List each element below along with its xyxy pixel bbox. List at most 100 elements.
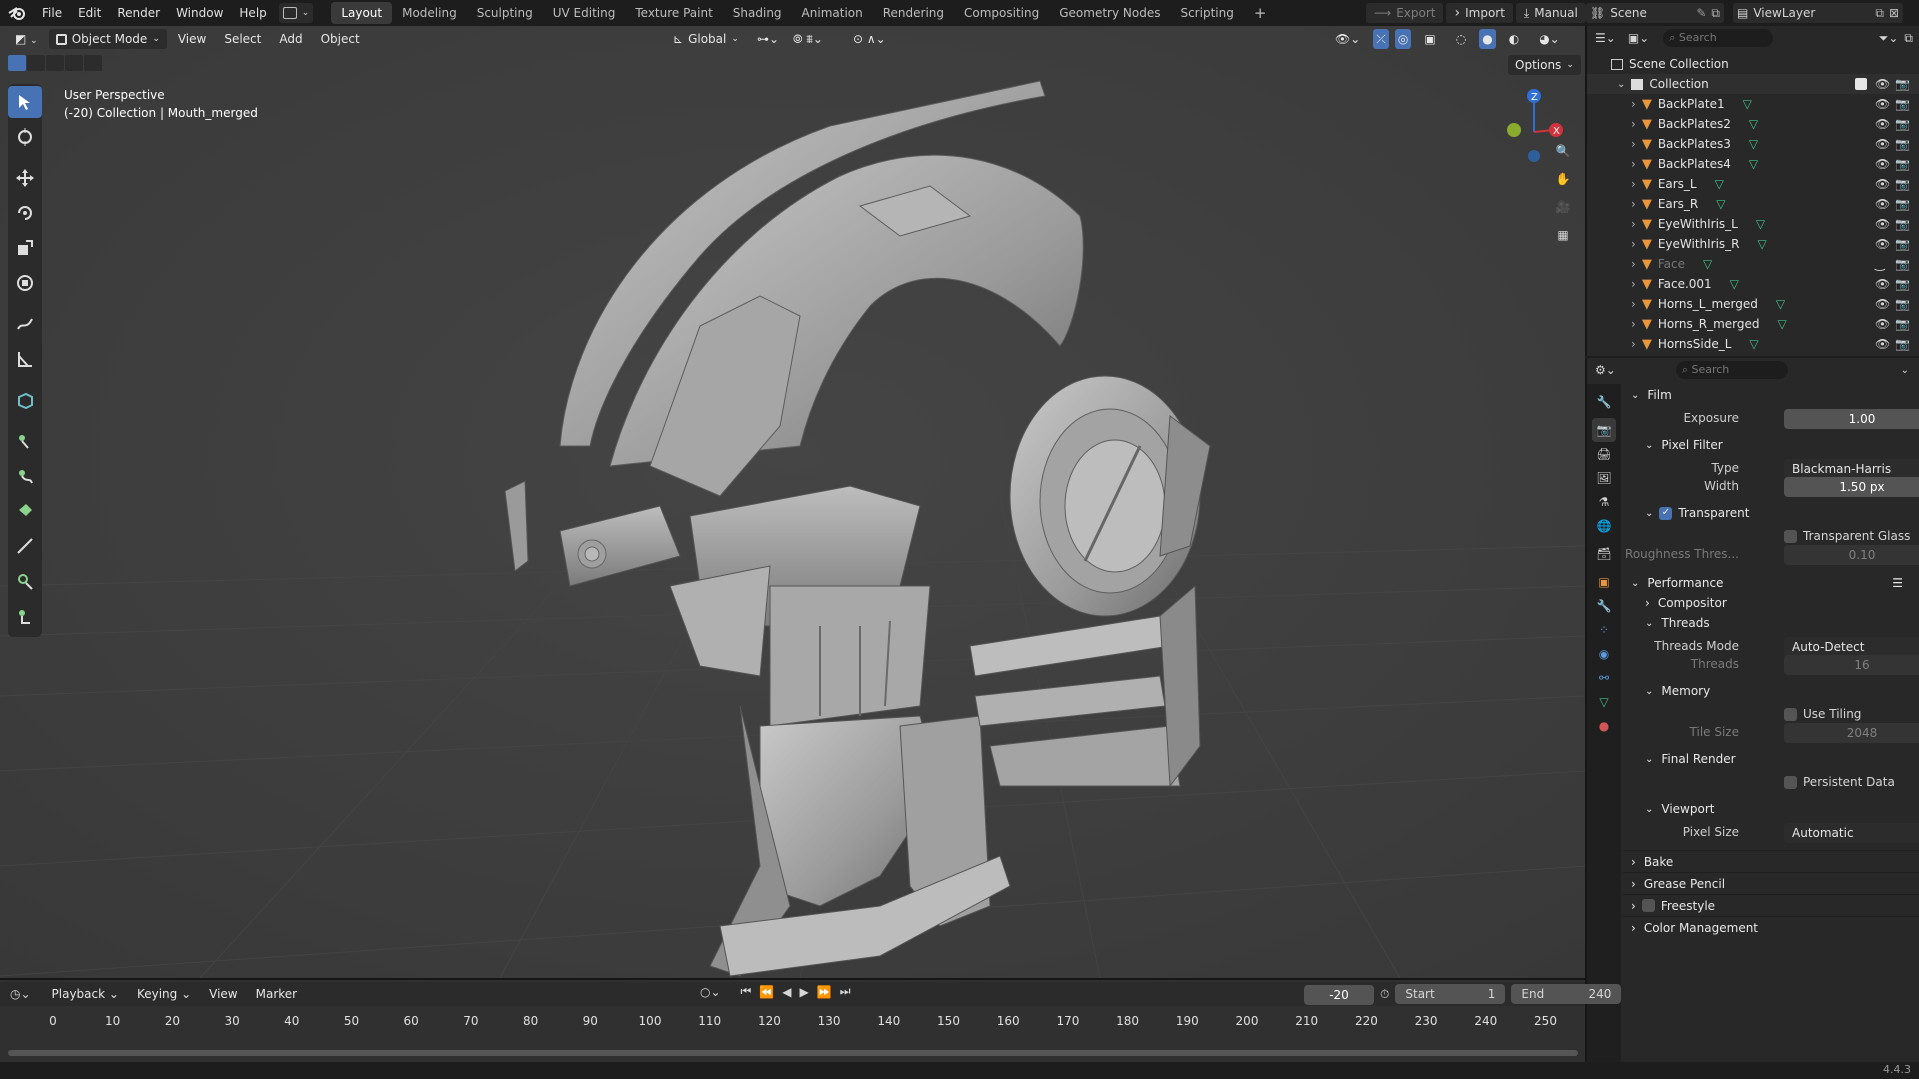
export-button[interactable]: ⟶ Export bbox=[1366, 3, 1444, 23]
import-button[interactable]: › Import bbox=[1446, 3, 1513, 23]
camera-icon[interactable]: 📷 bbox=[1895, 237, 1910, 251]
outliner-item[interactable]: › ▼ Horns_R_merged ▽ 👁 📷 bbox=[1587, 314, 1919, 334]
collection-checkbox[interactable] bbox=[1855, 78, 1867, 90]
solid-shading-icon[interactable]: ● bbox=[1479, 29, 1496, 49]
extrude-tool-icon[interactable] bbox=[8, 600, 42, 632]
performance-section[interactable]: ⌄ Performance ☰ bbox=[1623, 572, 1919, 594]
constraints-tab-icon[interactable]: ⚯ bbox=[1592, 666, 1616, 690]
xray-toggle-icon[interactable]: ▣ bbox=[1417, 29, 1442, 49]
persistent-data-checkbox[interactable] bbox=[1784, 776, 1797, 789]
eye-icon[interactable]: 👁 bbox=[1875, 277, 1890, 291]
outliner-editor-icon[interactable]: ☰⌄ bbox=[1595, 31, 1616, 45]
timeline-scrollbar[interactable] bbox=[8, 1050, 1578, 1056]
scene-collection-row[interactable]: Scene Collection bbox=[1587, 54, 1919, 74]
tab-modeling[interactable]: Modeling bbox=[392, 2, 467, 24]
overlay-toggle-icon[interactable]: ◎ bbox=[1394, 29, 1412, 49]
eye-icon[interactable]: 👁 bbox=[1875, 337, 1890, 351]
bake-section[interactable]: › Bake bbox=[1623, 850, 1919, 872]
eye-icon[interactable]: 👁 bbox=[1875, 237, 1890, 251]
view-layer-tab-icon[interactable]: 🖼 bbox=[1592, 466, 1616, 490]
material-shading-icon[interactable]: ◐ bbox=[1502, 29, 1526, 49]
material-tab-icon[interactable]: ● bbox=[1592, 714, 1616, 738]
menu-view[interactable]: View bbox=[171, 29, 213, 49]
chevron-right-icon[interactable]: › bbox=[1631, 177, 1636, 191]
particles-tab-icon[interactable]: ⁘ bbox=[1592, 618, 1616, 642]
gizmo-toggle-icon[interactable]: ⤫ bbox=[1373, 29, 1389, 49]
perspective-toggle-icon[interactable]: ▦ bbox=[1548, 222, 1578, 248]
outliner-item[interactable]: › ▼ BackPlates3 ▽ 👁 📷 bbox=[1587, 134, 1919, 154]
tab-scripting[interactable]: Scripting bbox=[1170, 2, 1243, 24]
eye-icon[interactable]: 👁 bbox=[1875, 117, 1890, 131]
select-new-icon[interactable] bbox=[8, 55, 26, 71]
outliner-item[interactable]: › ▼ EyeWithIris_L ▽ 👁 📷 bbox=[1587, 214, 1919, 234]
add-workspace-button[interactable]: + bbox=[1244, 2, 1277, 24]
wireframe-shading-icon[interactable]: ◌ bbox=[1449, 29, 1473, 49]
select-subtract-icon[interactable] bbox=[46, 55, 64, 71]
menu-edit[interactable]: Edit bbox=[70, 2, 109, 24]
camera-icon[interactable]: 📷 bbox=[1895, 77, 1910, 91]
outliner-item[interactable]: › ▼ HornsSide_L ▽ 👁 📷 bbox=[1587, 334, 1919, 354]
select-extend-icon[interactable] bbox=[27, 55, 45, 71]
chevron-right-icon[interactable]: › bbox=[1631, 117, 1636, 131]
film-section[interactable]: ⌄ Film bbox=[1623, 384, 1919, 406]
pixel-size-dropdown[interactable]: Automatic⌄ bbox=[1784, 823, 1919, 843]
chevron-right-icon[interactable]: › bbox=[1631, 157, 1636, 171]
eye-icon[interactable]: 👁 bbox=[1875, 177, 1890, 191]
chevron-right-icon[interactable]: › bbox=[1631, 137, 1636, 151]
pan-hand-icon[interactable]: ✋ bbox=[1548, 166, 1578, 192]
pivot-point-button[interactable]: ⊶⌄ bbox=[750, 29, 786, 49]
new-collection-icon[interactable]: ⧉ bbox=[1904, 31, 1913, 46]
chevron-down-icon[interactable]: ⌄ bbox=[1901, 365, 1909, 376]
eye-icon[interactable]: 👁 bbox=[1875, 317, 1890, 331]
menu-file[interactable]: File bbox=[34, 2, 70, 24]
threads-section[interactable]: ⌄ Threads bbox=[1623, 612, 1919, 634]
color-management-section[interactable]: › Color Management bbox=[1623, 916, 1919, 938]
eye-icon[interactable]: 👁 bbox=[1875, 137, 1890, 151]
snap-button[interactable]: ⦾ ⩩⌄ bbox=[786, 29, 830, 49]
outliner-search-input[interactable]: ⌕ Search bbox=[1663, 29, 1774, 47]
view-layer-selector[interactable]: ▤ ViewLayer ⧉ ⊠ bbox=[1733, 3, 1903, 23]
grease-pencil-section[interactable]: › Grease Pencil bbox=[1623, 872, 1919, 894]
outliner-item[interactable]: › ▼ Horns_L_merged ▽ 👁 📷 bbox=[1587, 294, 1919, 314]
outliner-item[interactable]: › ▼ Ears_R ▽ 👁 📷 bbox=[1587, 194, 1919, 214]
camera-icon[interactable]: 📷 bbox=[1895, 257, 1910, 271]
helmet-model[interactable] bbox=[0, 26, 1585, 978]
use-tiling-checkbox[interactable] bbox=[1784, 708, 1797, 721]
menu-help[interactable]: Help bbox=[231, 2, 274, 24]
compositor-section[interactable]: › Compositor bbox=[1623, 592, 1919, 614]
display-mode-icon[interactable]: ▣⌄ bbox=[1628, 31, 1649, 45]
select-intersect-icon[interactable] bbox=[84, 55, 102, 71]
zoom-icon[interactable]: 🔍 bbox=[1548, 138, 1578, 164]
chevron-right-icon[interactable]: › bbox=[1631, 237, 1636, 251]
cursor-tool-icon[interactable] bbox=[8, 121, 42, 153]
tab-uv-editing[interactable]: UV Editing bbox=[543, 2, 626, 24]
transform-orientation-dropdown[interactable]: ⊾ Global ⌄ bbox=[666, 29, 746, 49]
editor-type-button[interactable]: ◩ ⌄ bbox=[8, 29, 45, 49]
scale-tool-icon[interactable] bbox=[8, 232, 42, 264]
pixel-filter-section[interactable]: ⌄ Pixel Filter bbox=[1623, 434, 1919, 456]
freestyle-section[interactable]: › Freestyle bbox=[1623, 894, 1919, 916]
data-tab-icon[interactable]: ▽ bbox=[1592, 690, 1616, 714]
eye-icon[interactable]: 👁 bbox=[1875, 217, 1890, 231]
final-render-section[interactable]: ⌄ Final Render bbox=[1623, 748, 1919, 770]
camera-icon[interactable]: 📷 bbox=[1895, 97, 1910, 111]
camera-icon[interactable]: 📷 bbox=[1895, 277, 1910, 291]
object-tab-icon[interactable]: ▣ bbox=[1592, 570, 1616, 594]
outliner-item[interactable]: › ▼ EyeWithIris_R ▽ 👁 📷 bbox=[1587, 234, 1919, 254]
tab-rendering[interactable]: Rendering bbox=[873, 2, 954, 24]
outliner-item[interactable]: › ▼ Ears_L ▽ 👁 📷 bbox=[1587, 174, 1919, 194]
physics-tab-icon[interactable]: ◉ bbox=[1592, 642, 1616, 666]
camera-icon[interactable]: 📷 bbox=[1895, 217, 1910, 231]
roughness-threshold-field[interactable]: 0.10 bbox=[1784, 545, 1919, 565]
object-mode-dropdown[interactable]: Object Mode ⌄ bbox=[48, 29, 167, 49]
tab-compositing[interactable]: Compositing bbox=[954, 2, 1049, 24]
collection-tab-icon[interactable]: 🗃 bbox=[1592, 542, 1616, 566]
options-dropdown[interactable]: Options ⌄ bbox=[1508, 55, 1581, 75]
measure-tool-icon[interactable] bbox=[8, 343, 42, 375]
eye-icon[interactable]: 👁 bbox=[1875, 97, 1890, 111]
threads-field[interactable]: 16 bbox=[1784, 655, 1919, 675]
chevron-right-icon[interactable]: › bbox=[1631, 257, 1636, 271]
render-tab-icon[interactable]: 📷 bbox=[1592, 418, 1616, 442]
rendered-shading-icon[interactable]: ◕⌄ bbox=[1532, 29, 1567, 49]
menu-add[interactable]: Add bbox=[272, 29, 309, 49]
